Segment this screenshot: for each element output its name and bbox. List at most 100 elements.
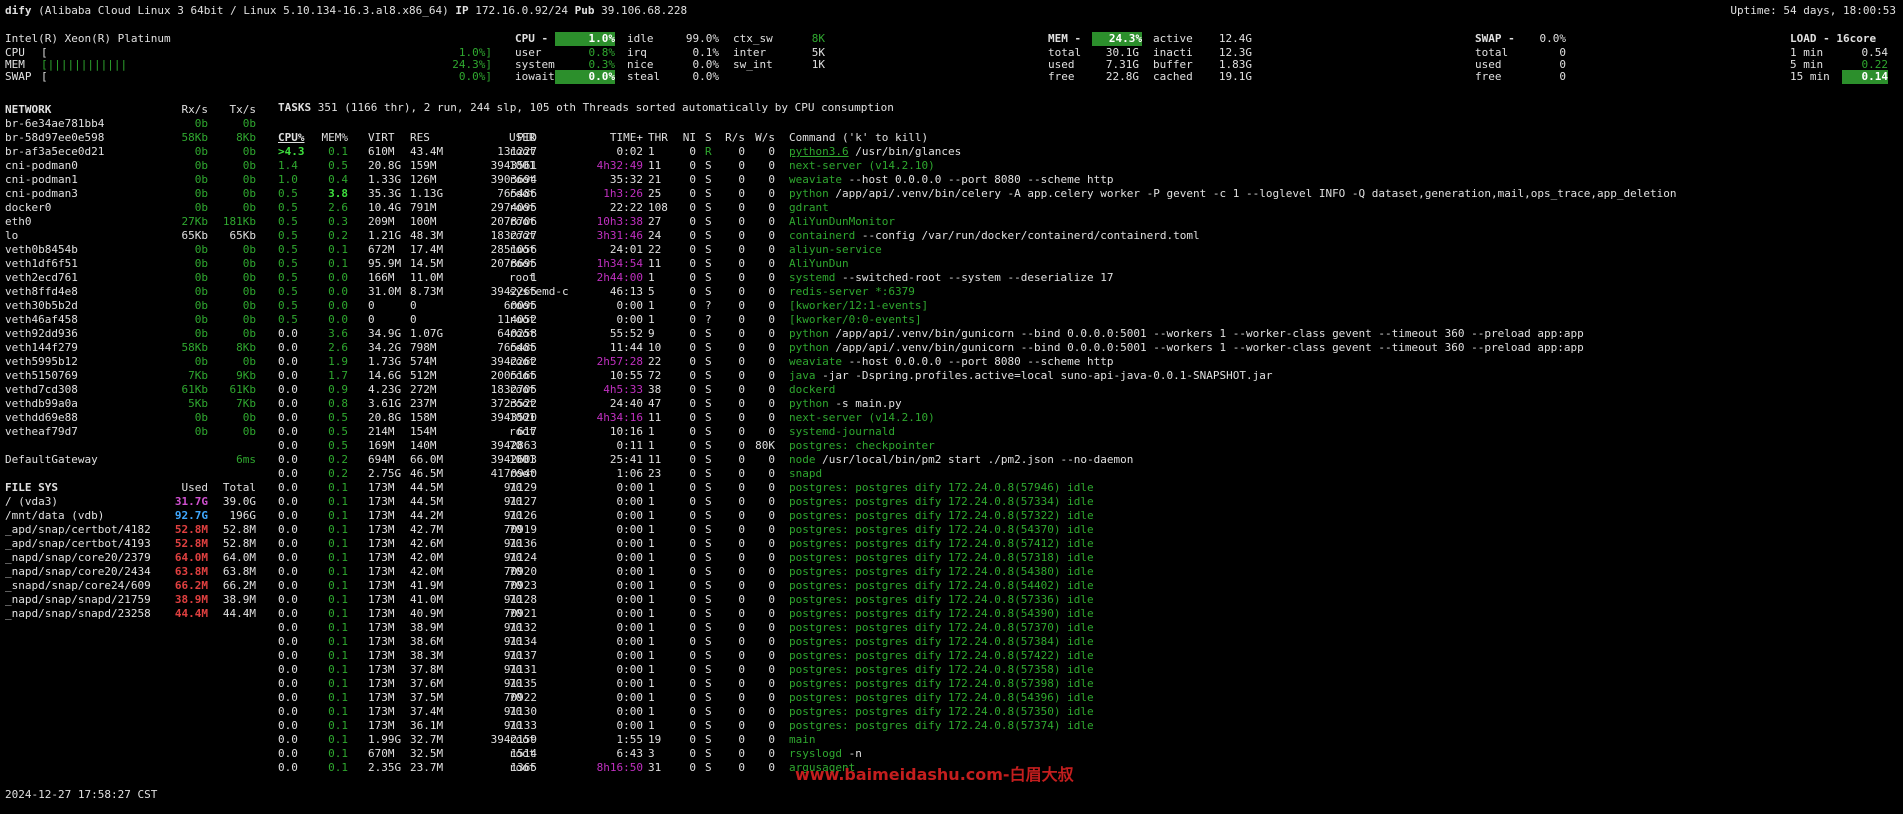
- network-interface: veth5150769: [5, 369, 78, 382]
- proc-command[interactable]: postgres: postgres dify 172.24.0.8(57946…: [789, 481, 1094, 495]
- proc-read: 0: [738, 313, 745, 326]
- proc-virt: 173M: [368, 551, 395, 564]
- proc-command[interactable]: redis-server *:6379: [789, 285, 915, 299]
- proc-nice: 0: [689, 635, 696, 648]
- proc-name: postgres: postgres dify 172.24.0.8(54396…: [789, 691, 1094, 704]
- proc-status: ?: [705, 299, 712, 312]
- proc-command[interactable]: python /app/api/.venv/bin/gunicorn --bin…: [789, 341, 1584, 355]
- proc-command[interactable]: postgres: postgres dify 172.24.0.8(57422…: [789, 649, 1094, 663]
- proc-virt: 4.23G: [368, 383, 402, 396]
- proc-command[interactable]: main: [789, 733, 816, 747]
- fs-used: 38.9M: [174, 593, 208, 606]
- proc-write: 0: [768, 257, 775, 270]
- proc-nice: 0: [689, 313, 696, 326]
- proc-virt: 173M: [368, 509, 395, 522]
- proc-threads: 38: [648, 383, 662, 396]
- proc-command[interactable]: postgres: postgres dify 172.24.0.8(54396…: [789, 691, 1094, 705]
- proc-nice: 0: [689, 565, 696, 578]
- proc-command[interactable]: weaviate --host 0.0.0.0 --port 8080 --sc…: [789, 173, 1114, 187]
- proc-command[interactable]: next-server (v14.2.10): [789, 159, 935, 173]
- proc-cpu: 0.5: [278, 285, 298, 298]
- proc-command[interactable]: [kworker/0:0-events]: [789, 313, 921, 327]
- proc-command[interactable]: postgres: postgres dify 172.24.0.8(57350…: [789, 705, 1094, 719]
- proc-command[interactable]: weaviate --host 0.0.0.0 --port 8080 --sc…: [789, 355, 1114, 369]
- proc-command[interactable]: postgres: checkpointer: [789, 439, 935, 453]
- proc-command[interactable]: [kworker/12:1-events]: [789, 299, 928, 313]
- proc-res: 237M: [410, 397, 437, 410]
- proc-command[interactable]: next-server (v14.2.10): [789, 411, 935, 425]
- proc-res: 100M: [410, 215, 437, 228]
- network-rx: 0b: [194, 187, 208, 200]
- proc-read: 0: [738, 215, 745, 228]
- proc-command[interactable]: AliYunDunMonitor: [789, 215, 895, 229]
- proc-pid: 91130: [503, 705, 537, 718]
- proc-name: postgres: postgres dify 172.24.0.8(57334…: [789, 495, 1094, 508]
- fs-used: 64.0M: [174, 551, 208, 564]
- proc-command[interactable]: postgres: postgres dify 172.24.0.8(57370…: [789, 621, 1094, 635]
- proc-command[interactable]: python3.6 /usr/bin/glances: [789, 145, 961, 159]
- network-interface: vethd7cd308: [5, 383, 78, 396]
- proc-nice: 0: [689, 215, 696, 228]
- proc-command[interactable]: postgres: postgres dify 172.24.0.8(57336…: [789, 593, 1094, 607]
- proc-virt: 672M: [368, 243, 395, 256]
- proc-nice: 0: [689, 733, 696, 746]
- column-header[interactable]: MEM%: [288, 131, 349, 145]
- proc-command[interactable]: postgres: postgres dify 172.24.0.8(54370…: [789, 523, 1094, 537]
- proc-command[interactable]: postgres: postgres dify 172.24.0.8(57318…: [789, 551, 1094, 565]
- proc-command[interactable]: postgres: postgres dify 172.24.0.8(57334…: [789, 495, 1094, 509]
- network-interface: eth0: [5, 215, 32, 228]
- proc-virt: 173M: [368, 649, 395, 662]
- proc-command[interactable]: systemd --switched-root --system --deser…: [789, 271, 1114, 285]
- proc-pid: 91132: [503, 621, 537, 634]
- proc-cpu: 0.0: [278, 565, 298, 578]
- proc-virt: 34.2G: [368, 341, 402, 354]
- column-header[interactable]: NI: [656, 131, 696, 145]
- proc-res: 126M: [410, 173, 437, 186]
- proc-command[interactable]: postgres: postgres dify 172.24.0.8(57322…: [789, 509, 1094, 523]
- proc-command[interactable]: python /app/api/.venv/bin/celery -A app.…: [789, 187, 1676, 201]
- column-header[interactable]: RES: [410, 131, 430, 145]
- proc-command[interactable]: postgres: postgres dify 172.24.0.8(57358…: [789, 663, 1094, 677]
- proc-command[interactable]: postgres: postgres dify 172.24.0.8(54402…: [789, 579, 1094, 593]
- proc-write: 0: [768, 187, 775, 200]
- proc-command[interactable]: python -s main.py: [789, 397, 902, 411]
- proc-status: S: [705, 453, 712, 466]
- proc-command[interactable]: python /app/api/.venv/bin/gunicorn --bin…: [789, 327, 1584, 341]
- proc-command[interactable]: containerd --config /var/run/docker/cont…: [789, 229, 1200, 243]
- proc-command[interactable]: aliyun-service: [789, 243, 882, 257]
- proc-command[interactable]: postgres: postgres dify 172.24.0.8(57398…: [789, 677, 1094, 691]
- proc-command[interactable]: java -jar -Dspring.profiles.active=local…: [789, 369, 1272, 383]
- proc-command[interactable]: postgres: postgres dify 172.24.0.8(54390…: [789, 607, 1094, 621]
- proc-user: root: [509, 215, 536, 228]
- proc-command[interactable]: snapd: [789, 467, 822, 481]
- proc-time: 0:00: [616, 649, 644, 662]
- proc-command[interactable]: dockerd: [789, 383, 835, 397]
- column-header[interactable]: USER: [509, 131, 536, 145]
- proc-command[interactable]: gdrant: [789, 201, 829, 215]
- proc-command[interactable]: postgres: postgres dify 172.24.0.8(57374…: [789, 719, 1094, 733]
- proc-cpu: 0.0: [278, 761, 298, 774]
- proc-virt: 1.21G: [368, 229, 402, 242]
- column-header[interactable]: TIME+: [563, 131, 643, 145]
- proc-mem: 3.6: [328, 327, 348, 340]
- proc-status: S: [705, 159, 712, 172]
- network-rx: 0b: [194, 243, 208, 256]
- proc-name: postgres: postgres dify 172.24.0.8(54370…: [789, 523, 1094, 536]
- proc-command[interactable]: node /usr/local/bin/pm2 start ./pm2.json…: [789, 453, 1133, 467]
- proc-command[interactable]: systemd-journald: [789, 425, 895, 439]
- swap-title: SWAP -: [1475, 32, 1515, 45]
- proc-virt: 173M: [368, 719, 395, 732]
- proc-command[interactable]: postgres: postgres dify 172.24.0.8(57412…: [789, 537, 1094, 551]
- proc-command[interactable]: postgres: postgres dify 172.24.0.8(57384…: [789, 635, 1094, 649]
- proc-virt: 0: [368, 299, 375, 312]
- proc-read: 0: [738, 327, 745, 340]
- mem-stat-value: 19.1G: [1218, 70, 1252, 83]
- column-header[interactable]: W/s: [725, 131, 775, 145]
- proc-write: 0: [768, 705, 775, 718]
- proc-command[interactable]: postgres: postgres dify 172.24.0.8(54380…: [789, 565, 1094, 579]
- column-header[interactable]: VIRT: [368, 131, 395, 145]
- proc-threads: 1: [648, 677, 655, 690]
- proc-command[interactable]: rsyslogd -n: [789, 747, 862, 761]
- proc-time: 1:06: [616, 467, 644, 480]
- proc-command[interactable]: AliYunDun: [789, 257, 849, 271]
